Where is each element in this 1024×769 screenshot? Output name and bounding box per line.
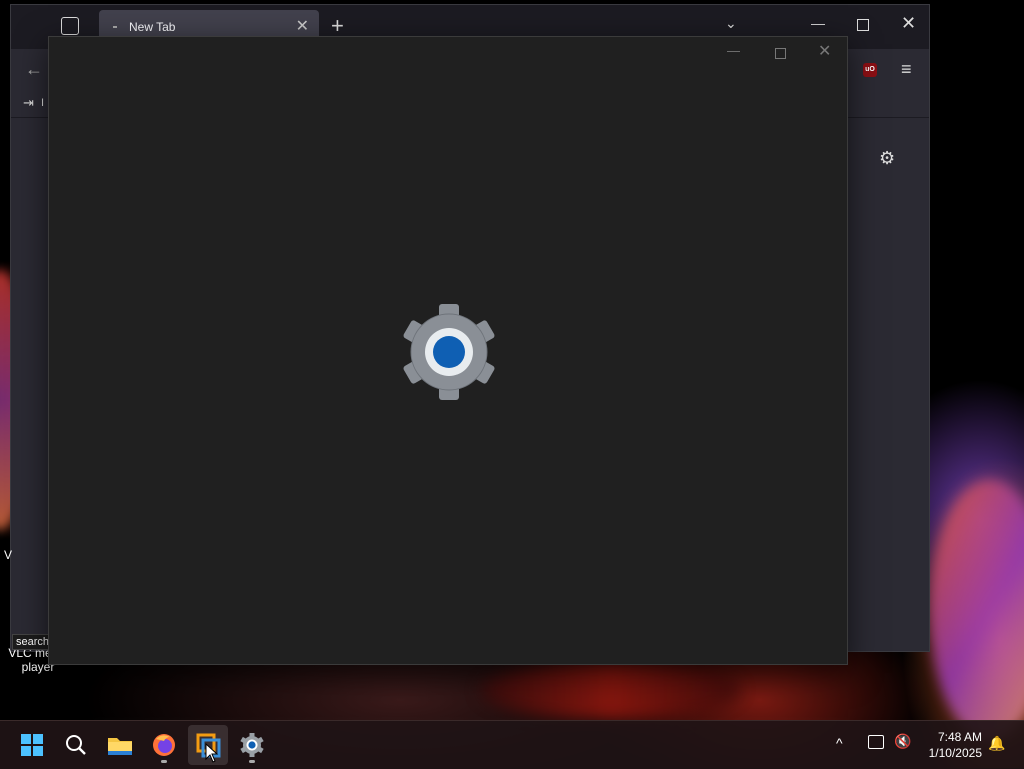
- import-bookmarks-icon[interactable]: ⇥: [23, 95, 34, 111]
- search-icon: [66, 735, 86, 755]
- search-tooltip: search: [12, 634, 54, 650]
- taskbar-clock[interactable]: 7:48 AM 1/10/2025: [920, 729, 982, 761]
- clock-date: 1/10/2025: [928, 746, 982, 760]
- firefox-icon: [153, 734, 175, 756]
- tab-favicon: [113, 26, 117, 28]
- taskbar: ^ 🔇 7:48 AM 1/10/2025 🔔: [0, 720, 1024, 769]
- tab-close-icon[interactable]: ✕: [296, 16, 309, 36]
- list-all-tabs-button[interactable]: ⌄: [725, 15, 737, 32]
- file-explorer-button[interactable]: [100, 725, 140, 765]
- personalize-gear-icon[interactable]: ⚙: [879, 148, 895, 169]
- settings-gear-icon: [403, 304, 495, 400]
- network-icon[interactable]: [868, 735, 884, 749]
- firefox-button[interactable]: [144, 725, 184, 765]
- import-bookmarks-label[interactable]: I: [41, 97, 44, 109]
- settings-splash-window: — ✕: [48, 36, 848, 665]
- notification-bell-icon[interactable]: 🔔: [988, 735, 1005, 752]
- tab-title: New Tab: [129, 20, 176, 34]
- browser-maximize-button[interactable]: [857, 19, 869, 31]
- mouse-cursor-icon: [205, 743, 219, 763]
- volume-muted-icon[interactable]: 🔇: [894, 733, 911, 750]
- browser-close-button[interactable]: ✕: [901, 13, 916, 34]
- windows-logo-icon: [21, 734, 43, 756]
- running-indicator: [161, 760, 167, 763]
- show-hidden-icons-button[interactable]: ^: [836, 735, 843, 751]
- clock-time: 7:48 AM: [937, 730, 982, 744]
- running-indicator: [249, 760, 255, 763]
- desktop-icon-label-partial[interactable]: V: [4, 548, 12, 562]
- settings-close-button[interactable]: ✕: [818, 41, 831, 61]
- back-button[interactable]: ←: [25, 59, 43, 80]
- gear-icon: [240, 733, 264, 757]
- wallpaper-streak: [480, 660, 740, 720]
- ublock-origin-icon[interactable]: uO: [863, 63, 877, 77]
- search-button[interactable]: [56, 725, 96, 765]
- firefox-view-button[interactable]: [61, 17, 79, 35]
- start-button[interactable]: [12, 725, 52, 765]
- settings-button[interactable]: [232, 725, 272, 765]
- settings-maximize-button[interactable]: [775, 48, 786, 59]
- wallpaper-streak: [930, 480, 1024, 740]
- app-menu-button[interactable]: ≡: [901, 59, 912, 80]
- settings-minimize-button[interactable]: —: [727, 43, 740, 58]
- browser-minimize-button[interactable]: —: [811, 15, 825, 31]
- folder-icon: [108, 738, 132, 755]
